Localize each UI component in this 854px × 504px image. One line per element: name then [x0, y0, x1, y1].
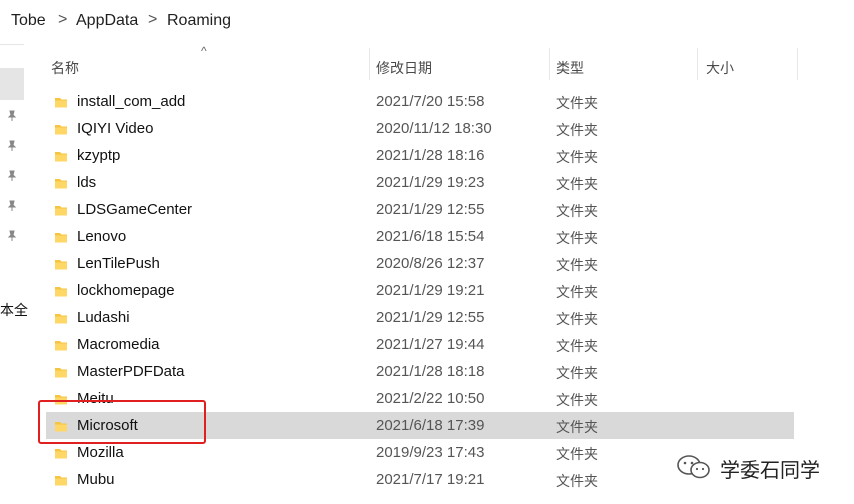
file-date: 2021/6/18 15:54 — [376, 228, 485, 245]
column-size-header[interactable]: 大小 — [706, 58, 734, 78]
column-divider[interactable] — [369, 48, 370, 80]
file-type: 文件夹 — [556, 176, 598, 192]
breadcrumb-appdata[interactable]: AppData — [76, 12, 138, 30]
column-type-header[interactable]: 类型 — [556, 58, 584, 78]
folder-icon — [55, 233, 67, 243]
folder-icon — [55, 98, 67, 108]
address-bar[interactable]: Tobe > AppData > Roaming — [0, 0, 854, 45]
file-date: 2021/1/29 19:23 — [376, 174, 485, 191]
file-name[interactable]: lockhomepage — [77, 282, 175, 299]
file-name[interactable]: Mozilla — [77, 444, 124, 461]
folder-icon — [55, 260, 67, 270]
file-row[interactable]: LDSGameCenter 2021/1/29 12:55 文件夹 — [46, 196, 794, 223]
file-name[interactable]: LenTilePush — [77, 255, 160, 272]
file-row[interactable]: Macromedia 2021/1/27 19:44 文件夹 — [46, 331, 794, 358]
file-type: 文件夹 — [556, 338, 598, 354]
breadcrumb-separator[interactable]: > — [148, 11, 157, 29]
file-row[interactable]: lds 2021/1/29 19:23 文件夹 — [46, 169, 794, 196]
file-type: 文件夹 — [556, 149, 598, 165]
file-row[interactable]: Lenovo 2021/6/18 15:54 文件夹 — [46, 223, 794, 250]
file-type: 文件夹 — [556, 203, 598, 219]
file-name[interactable]: Macromedia — [77, 336, 160, 353]
column-name-header[interactable]: 名称 — [51, 58, 79, 78]
file-name[interactable]: install_com_add — [77, 93, 185, 110]
file-date: 2021/1/29 12:55 — [376, 201, 485, 218]
file-type: 文件夹 — [556, 257, 598, 273]
watermark-text: 学委石同学 — [720, 460, 820, 482]
folder-icon — [55, 287, 67, 297]
folder-icon — [55, 476, 67, 486]
file-name[interactable]: Mubu — [77, 471, 115, 488]
file-row[interactable]: install_com_add 2021/7/20 15:58 文件夹 — [46, 88, 794, 115]
file-name[interactable]: LDSGameCenter — [77, 201, 192, 218]
file-type: 文件夹 — [556, 446, 598, 462]
column-header-row: ^ 名称 修改日期 类型 大小 — [24, 44, 854, 80]
folder-icon — [55, 125, 67, 135]
file-date: 2021/1/29 19:21 — [376, 282, 485, 299]
file-type: 文件夹 — [556, 419, 598, 435]
file-date: 2020/8/26 12:37 — [376, 255, 485, 272]
sort-ascending-icon: ^ — [201, 44, 207, 58]
file-row[interactable]: lockhomepage 2021/1/29 19:21 文件夹 — [46, 277, 794, 304]
file-date: 2021/6/18 17:39 — [376, 417, 485, 434]
file-type: 文件夹 — [556, 230, 598, 246]
column-date-header[interactable]: 修改日期 — [376, 58, 432, 78]
file-name[interactable]: kzyptp — [77, 147, 120, 164]
folder-icon — [55, 179, 67, 189]
file-type: 文件夹 — [556, 284, 598, 300]
file-type: 文件夹 — [556, 392, 598, 408]
folder-icon — [55, 152, 67, 162]
file-type: 文件夹 — [556, 473, 598, 489]
folder-icon — [55, 449, 67, 459]
file-row[interactable]: Ludashi 2021/1/29 12:55 文件夹 — [46, 304, 794, 331]
column-divider[interactable] — [797, 48, 798, 80]
breadcrumb-roaming[interactable]: Roaming — [167, 12, 231, 30]
file-type: 文件夹 — [556, 311, 598, 327]
file-date: 2021/1/28 18:18 — [376, 363, 485, 380]
file-row[interactable]: LenTilePush 2020/8/26 12:37 文件夹 — [46, 250, 794, 277]
file-row[interactable]: kzyptp 2021/1/28 18:16 文件夹 — [46, 142, 794, 169]
file-date: 2021/1/29 12:55 — [376, 309, 485, 326]
wechat-icon — [677, 455, 710, 479]
file-name[interactable]: MasterPDFData — [77, 363, 185, 380]
column-divider[interactable] — [697, 48, 698, 80]
file-name[interactable]: Ludashi — [77, 309, 130, 326]
column-divider[interactable] — [549, 48, 550, 80]
file-date: 2021/1/28 18:16 — [376, 147, 485, 164]
file-date: 2021/7/20 15:58 — [376, 93, 485, 110]
folder-icon — [55, 368, 67, 378]
folder-icon — [55, 206, 67, 216]
breadcrumb-tobe[interactable]: Tobe — [11, 12, 46, 30]
file-type: 文件夹 — [556, 95, 598, 111]
file-date: 2020/11/12 18:30 — [376, 120, 492, 137]
folder-icon — [55, 314, 67, 324]
file-type: 文件夹 — [556, 365, 598, 381]
annotation-highlight-box — [38, 400, 206, 444]
file-name[interactable]: IQIYI Video — [77, 120, 153, 137]
folder-icon — [55, 341, 67, 351]
file-row[interactable]: MasterPDFData 2021/1/28 18:18 文件夹 — [46, 358, 794, 385]
file-row[interactable]: IQIYI Video 2020/11/12 18:30 文件夹 — [46, 115, 794, 142]
file-name[interactable]: lds — [77, 174, 96, 191]
file-date: 2021/2/22 10:50 — [376, 390, 485, 407]
file-date: 2021/7/17 19:21 — [376, 471, 485, 488]
file-date: 2021/1/27 19:44 — [376, 336, 485, 353]
file-date: 2019/9/23 17:43 — [376, 444, 485, 461]
breadcrumb-separator[interactable]: > — [58, 11, 67, 29]
file-type: 文件夹 — [556, 122, 598, 138]
file-name[interactable]: Lenovo — [77, 228, 126, 245]
